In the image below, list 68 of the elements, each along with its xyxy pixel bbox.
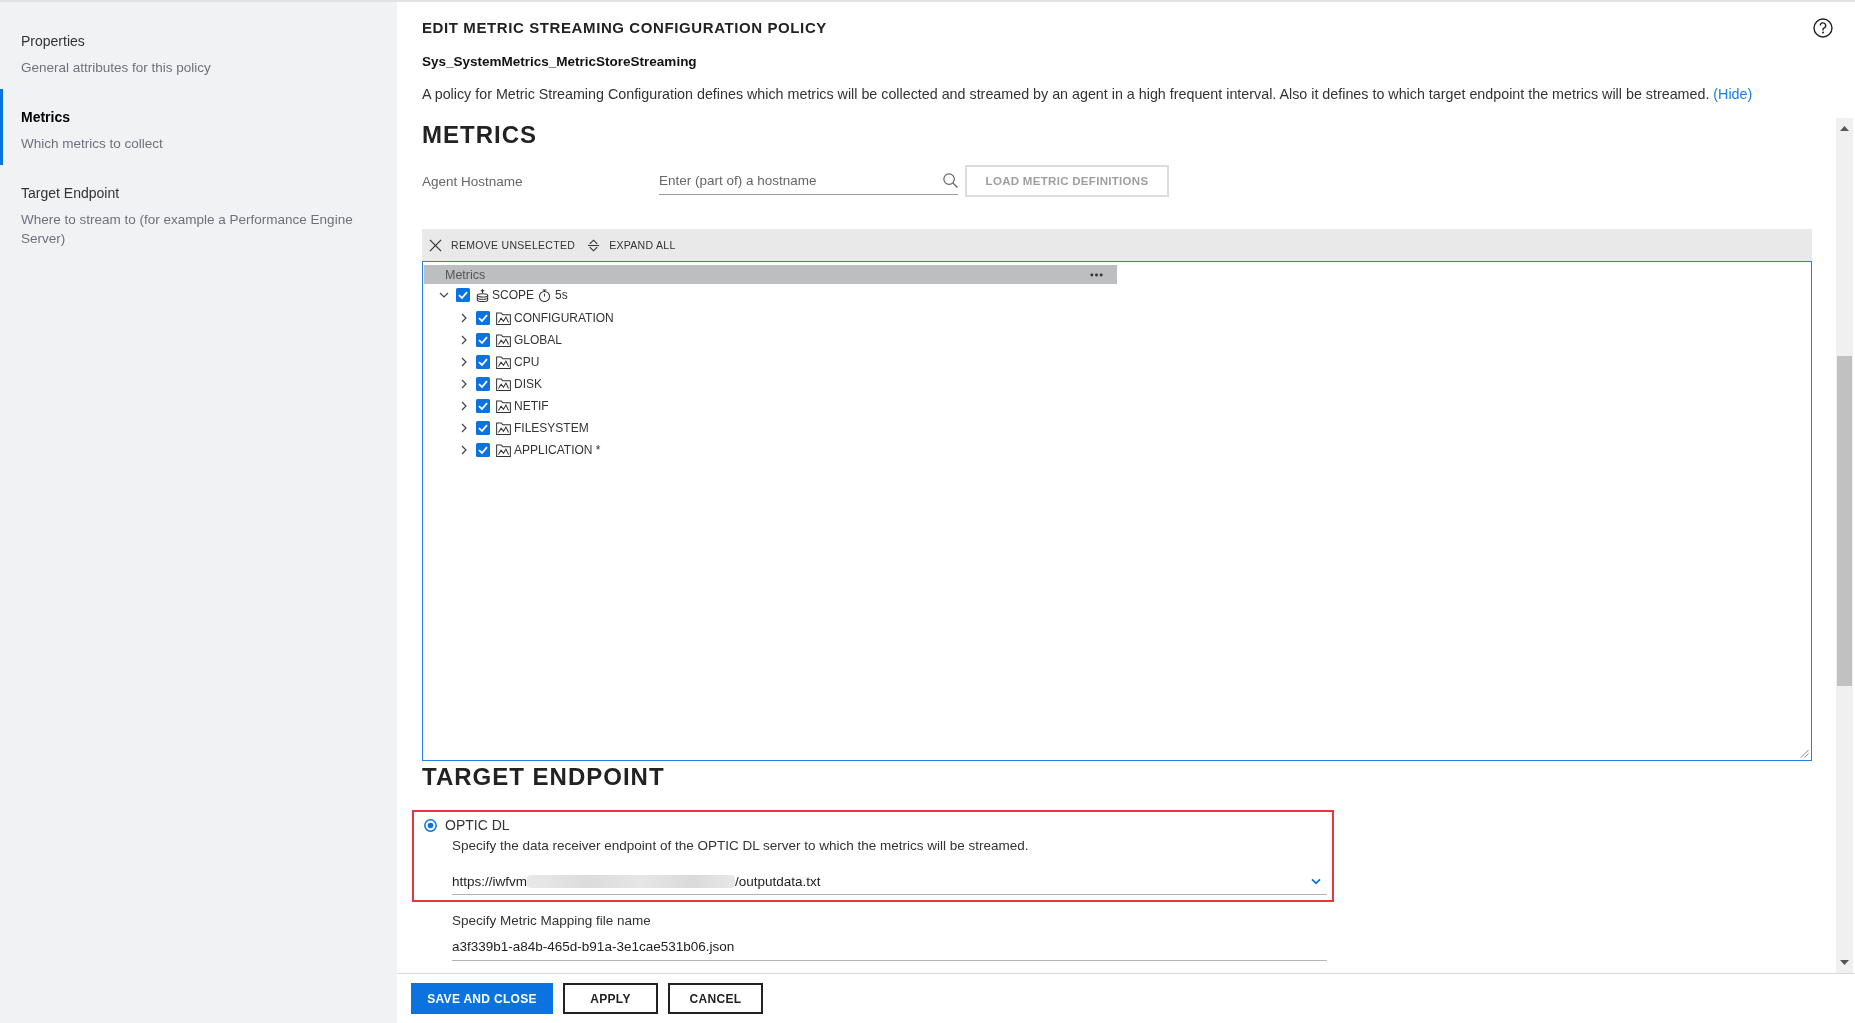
radio-button[interactable]	[424, 818, 437, 832]
tree-node-label[interactable]: GLOBAL	[514, 333, 563, 347]
folder-chart-icon	[496, 333, 511, 347]
tree-node-label[interactable]: NETIF	[514, 399, 549, 413]
apply-button[interactable]: APPLY	[563, 983, 658, 1014]
chevron-right-icon[interactable]	[459, 357, 469, 367]
tree-node-label[interactable]: APPLICATION *	[514, 443, 601, 457]
search-icon	[943, 173, 958, 188]
cancel-button[interactable]: CANCEL	[668, 983, 763, 1014]
field-label: Specify Metric Mapping file name	[452, 912, 651, 930]
up-arrow-icon[interactable]	[1840, 126, 1849, 131]
checkbox[interactable]	[476, 333, 490, 347]
nav-item[interactable]: Properties General attributes for this policy	[0, 13, 397, 89]
expand-button[interactable]: EXPAND ALL	[587, 233, 682, 257]
checkbox[interactable]	[476, 399, 490, 413]
chevron-down-icon[interactable]	[1311, 877, 1321, 885]
tree-node-label[interactable]: CONFIGURATION	[514, 311, 614, 325]
chevron-right-icon[interactable]	[459, 313, 469, 323]
tree-node-label[interactable]: CPU	[514, 355, 540, 369]
description: A policy for Metric Streaming Configuration defines which metrics will be collected and streamed by an agent in a high frequent interval. Also it defines to which target endpoint the metrics will be streamed. (Hide)	[422, 85, 1753, 104]
chevron-right-icon[interactable]	[459, 445, 469, 455]
chevron-right-icon[interactable]	[459, 423, 469, 433]
section-heading: TARGET ENDPOINT	[422, 762, 665, 792]
folder-chart-icon	[496, 311, 511, 325]
section-heading: METRICS	[422, 120, 537, 150]
resize-grip-icon[interactable]	[1800, 749, 1809, 758]
folder-chart-icon	[496, 421, 511, 435]
checkbox[interactable]	[456, 288, 470, 302]
checkbox[interactable]	[476, 443, 490, 457]
folder-chart-icon	[496, 377, 511, 391]
save-button[interactable]: SAVE AND CLOSE	[411, 983, 553, 1014]
chevron-right-icon[interactable]	[459, 379, 469, 389]
search-field[interactable]: Enter (part of) a hostname	[659, 167, 958, 195]
interval-label: 5s	[555, 288, 568, 302]
hide-link[interactable]: (Hide)	[1713, 86, 1753, 102]
checkbox[interactable]	[476, 311, 490, 325]
more-icon[interactable]	[1090, 272, 1103, 277]
stack-icon	[476, 288, 489, 302]
expand-icon	[587, 238, 601, 252]
url-dropdown[interactable]: https://iwfvm /outputdata.txt	[452, 868, 1327, 895]
column-header[interactable]: Metrics	[445, 267, 486, 282]
tree-node-label[interactable]: FILESYSTEM	[514, 421, 589, 435]
policy-name: Sys_SystemMetrics_MetricStoreStreaming	[422, 53, 697, 71]
radio-label[interactable]: OPTIC DL	[445, 817, 510, 833]
tree-node-label[interactable]: SCOPE	[492, 288, 534, 302]
remove-button[interactable]: REMOVE UNSELECTED	[429, 233, 582, 257]
down-arrow-icon[interactable]	[1840, 960, 1849, 965]
scrollbar-thumb[interactable]	[1837, 356, 1852, 686]
chevron-right-icon[interactable]	[459, 401, 469, 411]
chevron-right-icon[interactable]	[459, 335, 469, 345]
cross-icon	[429, 238, 442, 252]
nav-item[interactable]: Metrics Which metrics to collect	[0, 89, 397, 165]
chevron-down-icon[interactable]	[439, 290, 449, 300]
endpoint-description: Specify the data receiver endpoint of the OPTIC DL server to which the metrics will be streamed.	[452, 837, 1029, 855]
stopwatch-icon	[538, 288, 551, 302]
checkbox[interactable]	[476, 377, 490, 391]
text-field[interactable]: a3f339b1-a84b-465d-b91a-3e1cae531b06.json	[452, 932, 1327, 961]
checkbox[interactable]	[476, 421, 490, 435]
checkbox[interactable]	[476, 355, 490, 369]
tree-node-label[interactable]: DISK	[514, 377, 542, 391]
nav-item[interactable]: Target Endpoint Where to stream to (for example a Performance Engine Server)	[0, 165, 397, 260]
page-title: EDIT METRIC STREAMING CONFIGURATION POLICY	[422, 18, 827, 38]
scrollbar[interactable]	[1836, 118, 1853, 973]
folder-chart-icon	[496, 355, 511, 369]
field-label: Agent Hostname	[422, 173, 524, 189]
folder-chart-icon	[496, 443, 511, 457]
folder-chart-icon	[496, 399, 511, 413]
help-icon[interactable]	[1813, 18, 1833, 38]
